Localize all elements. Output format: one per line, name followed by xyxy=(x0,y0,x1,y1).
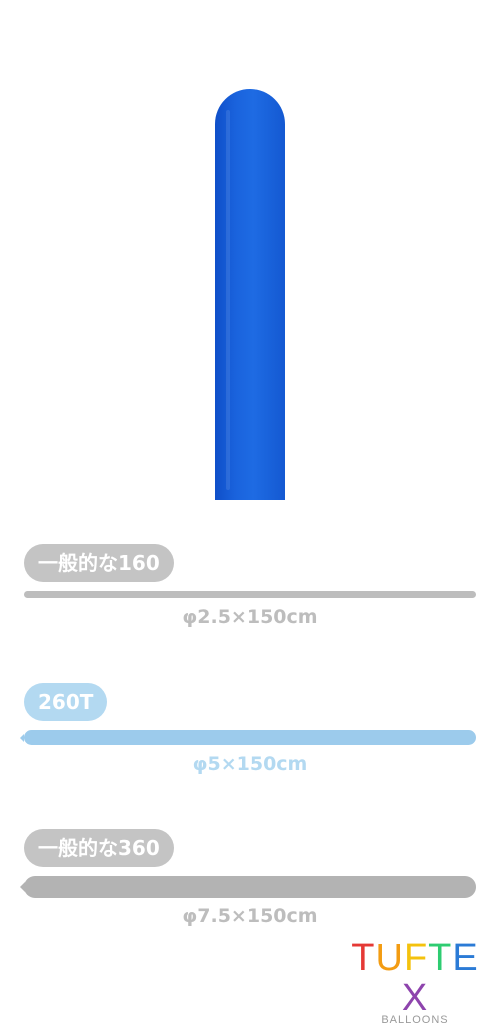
logo-letter: X xyxy=(401,977,429,1019)
tuftex-logo: TUFTEX BALLOONS xyxy=(340,938,490,1026)
logo-letter: F xyxy=(403,937,429,979)
size-label-360: 一般的な360 xyxy=(24,829,174,867)
size-dimension-160: φ2.5×150cm xyxy=(182,606,318,628)
size-label-160: 一般的な160 xyxy=(24,544,174,582)
logo-letter: T xyxy=(428,937,453,979)
size-bar-260t xyxy=(20,730,476,745)
logo-letter: U xyxy=(375,937,404,979)
bar-tip-icon xyxy=(20,733,24,742)
size-bar-160 xyxy=(24,591,476,598)
bar-tip-icon xyxy=(20,882,25,892)
size-label-260t: 260T xyxy=(24,683,108,721)
size-bar-360 xyxy=(20,876,476,898)
logo-letter: E xyxy=(452,937,479,979)
balloon-highlight xyxy=(226,110,230,490)
size-dimension-260t: φ5×150cm xyxy=(192,753,308,775)
size-dimension-360: φ7.5×150cm xyxy=(182,905,318,927)
logo-wordmark: TUFTEX xyxy=(340,938,490,1018)
logo-letter: T xyxy=(351,937,376,979)
logo-subtitle: BALLOONS xyxy=(381,1014,449,1026)
